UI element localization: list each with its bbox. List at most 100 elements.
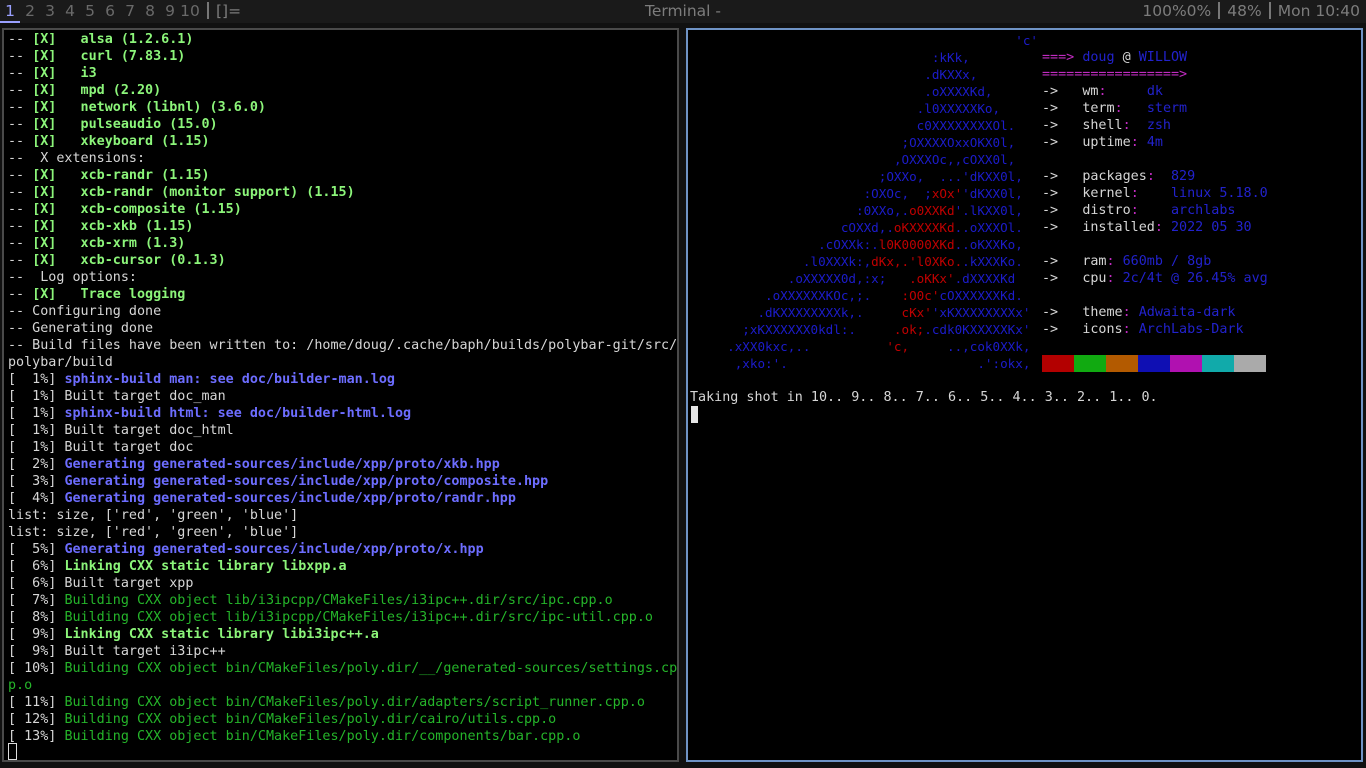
- output-line-segment: --: [8, 134, 33, 149]
- info-line: =================>: [1042, 66, 1268, 83]
- output-line: -- [X] xcb-cursor (0.1.3): [8, 252, 677, 269]
- output-line-segment: Generating generated-sources/include/xpp…: [64, 457, 500, 472]
- output-line: [ 1%] Built target doc_man: [8, 388, 677, 405]
- logo-line-segment: 'c,: [886, 339, 910, 354]
- logo-line-segment: .dKXXXXXXXXk,.: [757, 305, 902, 320]
- output-line: -- [X] alsa (1.2.6.1): [8, 31, 677, 48]
- output-line-segment: --: [8, 32, 33, 47]
- output-line-segment: Building CXX object bin/CMakeFiles/poly.…: [64, 729, 581, 744]
- output-line-segment: [ 1%] Built target doc_html: [8, 423, 234, 438]
- output-line: [ 6%] Linking CXX static library libxpp.…: [8, 558, 677, 575]
- logo-line-segment: .ok;: [893, 322, 925, 337]
- output-line: -- Build files have been written to: /ho…: [8, 337, 677, 354]
- terminal-cursor: [691, 406, 698, 423]
- output-line: [ 9%] Linking CXX static library libi3ip…: [8, 626, 677, 643]
- logo-line-segment: 'c': [1015, 33, 1038, 48]
- system-info: ===> doug @ WILLOW =================> -> w…: [1042, 49, 1268, 338]
- output-line-segment: [ 11%]: [8, 695, 65, 710]
- info-line-segment: 660mb / 8gb: [1122, 254, 1212, 269]
- color-swatch: [1202, 355, 1234, 372]
- logo-line-segment: cOXXd,.: [840, 220, 894, 235]
- logo-line-segment: cKx': [901, 305, 932, 320]
- output-line-segment: Building CXX object bin/CMakeFiles/poly.…: [64, 695, 645, 710]
- output-line-segment: [X] xcb-xrm (1.3): [32, 236, 186, 251]
- terminal-left[interactable]: -- [X] alsa (1.2.6.1) -- [X] curl (7.83.1…: [2, 28, 679, 762]
- output-line: [ 1%] Built target doc_html: [8, 422, 677, 439]
- info-line-segment: :: [1122, 305, 1139, 320]
- terminal-output: -- [X] alsa (1.2.6.1) -- [X] curl (7.83.1…: [8, 31, 677, 745]
- terminal-right[interactable]: 'c':kKk, .dKXXx, .oXXXXKd, .l0XXXXXKo, c…: [686, 28, 1363, 762]
- output-line-segment: Building CXX object lib/i3ipcpp/CMakeFil…: [64, 593, 613, 608]
- output-line: [ 1%] sphinx-build man: see doc/builder-…: [8, 371, 677, 388]
- logo-line-segment: ,OXXXOc,,cOXX0l,: [893, 152, 1038, 167]
- clock: Mon 10:40: [1277, 2, 1360, 20]
- info-line-segment: linux 5.18.0: [1171, 186, 1268, 201]
- ascii-logo: 'c':kKk, .dKXXx, .oXXXXKd, .l0XXXXXKo, c…: [688, 32, 1038, 372]
- logo-line: cOXXd,.oKXXXXKd..oXXXOl.: [688, 219, 1038, 236]
- logo-line: .oXXXXX0d,:x; .oKKx'.dXXXXKd: [688, 270, 1038, 287]
- output-line: [ 9%] Built target i3ipc++: [8, 643, 677, 660]
- info-line: -> uptime: 4m: [1042, 134, 1268, 151]
- output-line: -- [X] Trace logging: [8, 286, 677, 303]
- logo-line: :kKk,: [688, 49, 1038, 66]
- output-line-segment: [X] xkeyboard (1.15): [32, 134, 210, 149]
- output-line: [ 1%] Built target doc: [8, 439, 677, 456]
- info-line-segment: icons: [1082, 322, 1123, 337]
- output-line-segment: list: size, ['red', 'green', 'blue']: [8, 525, 299, 540]
- info-line-segment: :: [1130, 203, 1171, 218]
- info-line-segment: :: [1146, 169, 1171, 184]
- logo-line-segment: .oXXXXXXKOc,;.: [765, 288, 902, 303]
- output-line-segment: [X] pulseaudio (15.0): [32, 117, 218, 132]
- logo-line: :0XXo,.o0XXKd'.lKXX0l,: [688, 202, 1038, 219]
- output-line-segment: --: [8, 219, 33, 234]
- info-line-segment: :: [1130, 186, 1171, 201]
- logo-line-segment: .oXXXXX0d,:x;: [787, 271, 910, 286]
- logo-line: .oXXXXXXKOc,;. :O0c'cOXXXXXXKd.: [688, 287, 1038, 304]
- status-area: 100%0% 48% Mon 10:40: [1142, 0, 1360, 23]
- info-line-segment: 4m: [1146, 135, 1163, 150]
- info-line-segment: 2c/4t @ 26.45% avg: [1122, 271, 1268, 286]
- logo-line-segment: xOx': [931, 186, 963, 201]
- info-line-segment: ArchLabs-Dark: [1138, 322, 1244, 337]
- logo-line-segment: :OXOc, ;: [863, 186, 932, 201]
- output-line: [ 3%] Generating generated-sources/inclu…: [8, 473, 677, 490]
- output-line-segment: [X] i3: [32, 66, 97, 81]
- output-line-segment: polybar/build: [8, 355, 113, 370]
- logo-line-segment: 'dKXX0l,: [962, 186, 1038, 201]
- output-line-segment: sphinx-build man: see doc/builder-man.lo…: [64, 372, 395, 387]
- output-line: -- [X] xcb-xkb (1.15): [8, 218, 677, 235]
- info-line-segment: :: [1106, 271, 1123, 286]
- output-line-segment: [ 6%]: [8, 559, 65, 574]
- output-line-segment: Linking CXX static library libi3ipc++.a: [64, 627, 379, 642]
- info-line-segment: ram: [1082, 254, 1107, 269]
- info-line-segment: distro: [1082, 203, 1131, 218]
- color-swatch: [1042, 355, 1074, 372]
- info-line: -> installed: 2022 05 30: [1042, 219, 1268, 236]
- output-line: [ 11%] Building CXX object bin/CMakeFile…: [8, 694, 677, 711]
- output-line: -- [X] xcb-composite (1.15): [8, 201, 677, 218]
- info-line: -> cpu: 2c/4t @ 26.45% avg: [1042, 270, 1268, 287]
- logo-line: c0XXXXXXXXOl.: [688, 117, 1038, 134]
- info-line-segment: ->: [1042, 322, 1083, 337]
- output-line-segment: Building CXX object lib/i3ipcpp/CMakeFil…: [64, 610, 653, 625]
- info-line-segment: doug: [1082, 50, 1115, 65]
- info-line-segment: ->: [1042, 220, 1083, 235]
- color-swatch: [1138, 355, 1170, 372]
- output-line: -- Log options:: [8, 269, 677, 286]
- output-line-segment: --: [8, 49, 33, 64]
- logo-line: 'c': [688, 32, 1038, 49]
- output-line: -- [X] xcb-xrm (1.3): [8, 235, 677, 252]
- logo-line-segment: dKx,.'l0XKo.: [871, 254, 963, 269]
- output-line-segment: [ 8%]: [8, 610, 65, 625]
- output-line-segment: --: [8, 202, 33, 217]
- output-line-segment: -- Build files have been written to: /ho…: [8, 338, 678, 353]
- output-line-segment: p.o: [8, 678, 33, 693]
- logo-line-segment: :0XXo,.: [856, 203, 910, 218]
- output-line-segment: -- X extensions:: [8, 151, 146, 166]
- info-line-segment: ->: [1042, 118, 1083, 133]
- logo-line-segment: .kXXXKo.: [962, 254, 1038, 269]
- output-line: -- [X] i3: [8, 65, 677, 82]
- info-line-segment: ->: [1042, 254, 1083, 269]
- output-line-segment: Linking CXX static library libxpp.a: [64, 559, 347, 574]
- info-line-segment: theme: [1082, 305, 1123, 320]
